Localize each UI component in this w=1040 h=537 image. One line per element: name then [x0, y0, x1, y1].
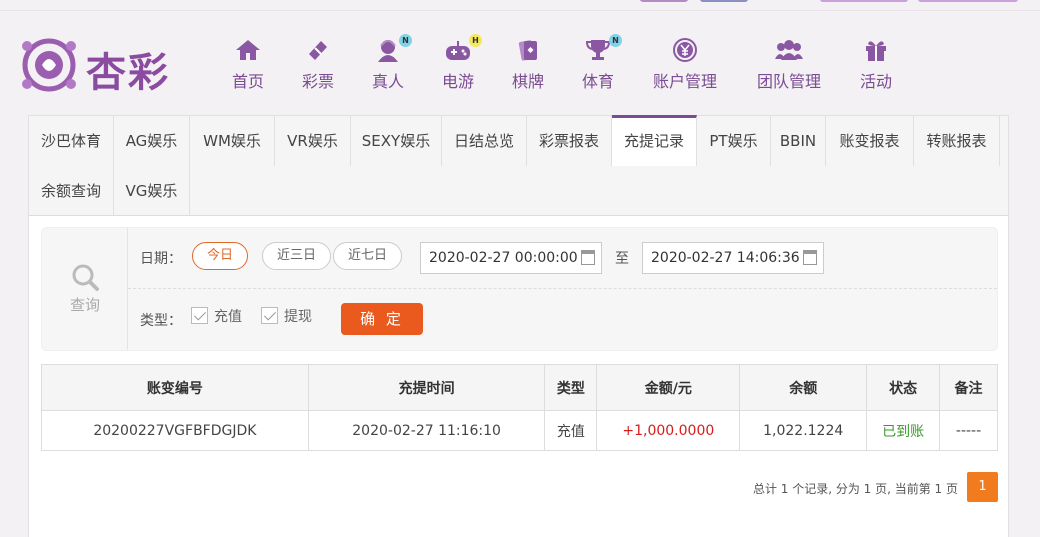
- tab-balance-query[interactable]: 余额查询: [29, 166, 114, 216]
- checkbox-icon: [191, 307, 208, 324]
- yen-icon: [673, 38, 697, 62]
- nav-team[interactable]: 团队管理: [754, 38, 824, 94]
- quick-7days-button[interactable]: 近七日: [333, 242, 403, 270]
- team-icon: [775, 40, 803, 60]
- withdraw-checkbox[interactable]: 提现: [261, 306, 312, 326]
- tab-saba-sports[interactable]: 沙巴体育: [29, 116, 114, 166]
- ticket-icon: [309, 41, 327, 60]
- start-date-input[interactable]: 2020-02-27 00:00:00: [420, 242, 602, 274]
- tab-deposit-withdraw[interactable]: 充提记录: [612, 115, 697, 166]
- date-to-label: 至: [615, 251, 629, 267]
- records-table: 账变编号 充提时间 类型 金额/元 余额 状态 备注 20200227VGFBF…: [41, 364, 998, 451]
- cell-time: 2020-02-27 11:16:10: [307, 410, 546, 451]
- page-1-button[interactable]: 1: [967, 472, 998, 502]
- tab-vr[interactable]: VR娱乐: [275, 116, 351, 166]
- report-panel: 沙巴体育 AG娱乐 WM娱乐 VR娱乐 SEXY娱乐 日结总览 彩票报表 充提记…: [28, 115, 1009, 537]
- logo-emblem-icon: [22, 38, 76, 92]
- cell-status: 已到账: [866, 410, 941, 451]
- nav-home[interactable]: 首页: [226, 38, 270, 94]
- tab-balance-change[interactable]: 账变报表: [826, 116, 914, 166]
- cards-icon: [518, 40, 537, 61]
- col-time: 充提时间: [307, 364, 546, 411]
- tab-ag[interactable]: AG娱乐: [114, 116, 190, 166]
- gift-icon: [866, 41, 886, 61]
- tab-bbin[interactable]: BBIN: [771, 116, 826, 166]
- tab-lottery-report[interactable]: 彩票报表: [527, 116, 612, 166]
- badge-new: N: [609, 34, 622, 47]
- nav-label: 活动: [859, 72, 892, 91]
- table-row: 20200227VGFBFDGJDK 2020-02-27 11:16:10 充…: [41, 410, 998, 451]
- top-button-1[interactable]: [820, 0, 908, 2]
- nav-activity[interactable]: 活动: [857, 38, 895, 94]
- calendar-icon[interactable]: [581, 250, 595, 265]
- nav-account[interactable]: 账户管理: [650, 38, 720, 94]
- cell-amount: +1,000.0000: [596, 410, 741, 451]
- tab-pt[interactable]: PT娱乐: [697, 116, 771, 166]
- trophy-icon: N: [583, 34, 622, 62]
- cell-note: -----: [939, 410, 998, 451]
- col-status: 状态: [866, 364, 941, 411]
- cell-id: 20200227VGFBFDGJDK: [41, 410, 309, 451]
- withdraw-label: 提现: [284, 309, 312, 325]
- dealer-icon: N: [373, 34, 412, 62]
- badge-new: N: [399, 34, 412, 47]
- checkbox-icon: [261, 307, 278, 324]
- tab-vg[interactable]: VG娱乐: [114, 166, 190, 216]
- deposit-label: 充值: [214, 309, 242, 325]
- col-id: 账变编号: [41, 364, 309, 411]
- tab-wm[interactable]: WM娱乐: [190, 116, 275, 166]
- deposit-checkbox[interactable]: 充值: [191, 306, 242, 326]
- confirm-button[interactable]: 确 定: [341, 303, 423, 335]
- divider: [128, 288, 997, 289]
- nav-live[interactable]: N 真人: [366, 34, 412, 94]
- logo-text: 杏彩: [86, 49, 170, 96]
- nav-lottery[interactable]: 彩票: [296, 38, 340, 94]
- end-date-value: 2020-02-27 14:06:36: [651, 250, 800, 266]
- nav-label: 彩票: [301, 72, 334, 91]
- nav-sports[interactable]: N 体育: [576, 34, 622, 94]
- col-type: 类型: [544, 364, 598, 411]
- table-header-row: 账变编号 充提时间 类型 金额/元 余额 状态 备注: [41, 364, 998, 411]
- nav-label: 棋牌: [511, 72, 544, 91]
- nav-label: 首页: [231, 72, 264, 91]
- col-note: 备注: [939, 364, 998, 411]
- tab-transfer-report[interactable]: 转账报表: [914, 116, 1000, 166]
- logo[interactable]: 杏彩: [20, 34, 180, 96]
- nav-egame[interactable]: H 电游: [436, 34, 482, 94]
- home-icon: [236, 40, 260, 60]
- gamepad-icon: H: [443, 34, 482, 62]
- query-form: 查询 日期： 今日 近三日 近七日 2020-02-27 00:00:00 至 …: [41, 227, 998, 351]
- cell-balance: 1,022.1224: [739, 410, 868, 451]
- report-tabs: 沙巴体育 AG娱乐 WM娱乐 VR娱乐 SEXY娱乐 日结总览 彩票报表 充提记…: [29, 115, 1008, 216]
- tab-daily-overview[interactable]: 日结总览: [442, 116, 527, 166]
- nav-chess[interactable]: 棋牌: [506, 38, 550, 94]
- query-side: 查询: [42, 228, 128, 350]
- top-link-2[interactable]: [700, 0, 748, 2]
- col-balance: 余额: [739, 364, 868, 411]
- quick-today-button[interactable]: 今日: [192, 242, 249, 270]
- quick-3days-button[interactable]: 近三日: [262, 242, 332, 270]
- cell-type: 充值: [544, 410, 598, 451]
- query-label: 查询: [69, 296, 100, 314]
- nav-label: 真人: [371, 72, 404, 91]
- top-strip: [0, 0, 1040, 11]
- badge-hot: H: [469, 34, 482, 47]
- nav-label: 电游: [441, 72, 474, 91]
- nav-label: 体育: [581, 72, 614, 91]
- end-date-input[interactable]: 2020-02-27 14:06:36: [642, 242, 824, 274]
- date-label: 日期：: [140, 251, 182, 267]
- calendar-icon[interactable]: [803, 250, 817, 265]
- top-link-1[interactable]: [640, 0, 688, 2]
- start-date-value: 2020-02-27 00:00:00: [429, 250, 578, 266]
- pagination-summary: 总计 1 个记录, 分为 1 页, 当前第 1 页: [752, 482, 958, 496]
- nav-label: 团队管理: [756, 72, 821, 91]
- nav-label: 账户管理: [652, 72, 717, 91]
- top-button-2[interactable]: [918, 0, 1018, 2]
- search-icon: [72, 264, 99, 291]
- col-amount: 金额/元: [596, 364, 741, 411]
- type-label: 类型：: [140, 313, 182, 329]
- tab-sexy[interactable]: SEXY娱乐: [351, 116, 442, 166]
